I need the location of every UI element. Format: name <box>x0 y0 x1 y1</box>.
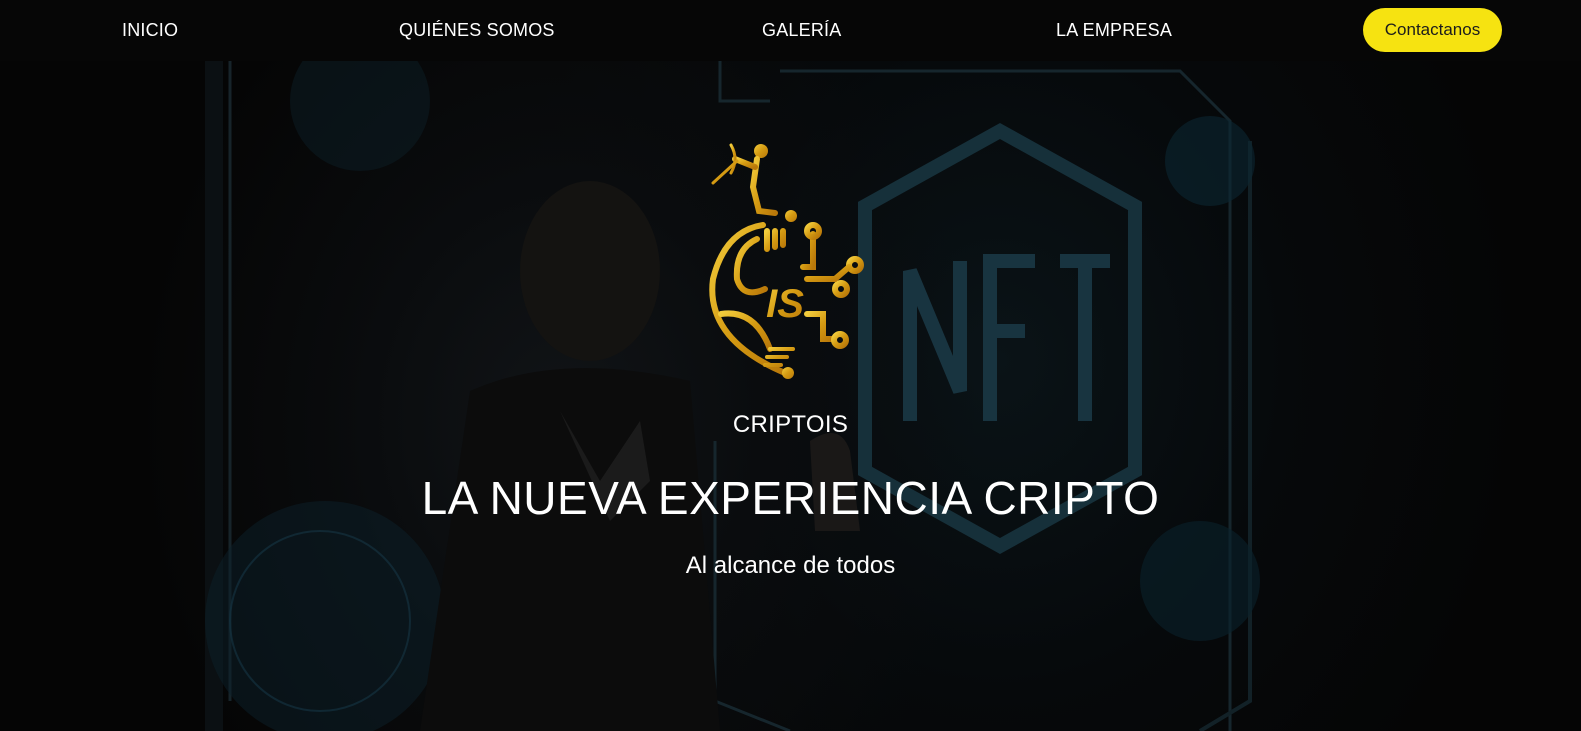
criptois-logo: IS <box>709 143 864 379</box>
brand-name: CRIPTOIS <box>732 411 849 438</box>
contact-button[interactable]: Contactanos <box>1363 8 1502 52</box>
hero-subheadline: Al alcance de todos <box>685 552 896 579</box>
nav-link-quienes-somos[interactable]: QUIÉNES SOMOS <box>399 20 555 41</box>
hero-headline: LA NUEVA EXPERIENCIA CRIPTO <box>421 472 1160 524</box>
nav-link-galeria[interactable]: GALERÍA <box>762 20 841 41</box>
nav-link-la-empresa[interactable]: LA EMPRESA <box>1056 20 1172 41</box>
logo-monogram: IS <box>766 282 804 326</box>
top-navigation: INICIO QUIÉNES SOMOS GALERÍA LA EMPRESA … <box>0 0 1581 61</box>
nav-link-inicio[interactable]: INICIO <box>122 20 178 41</box>
hero-section: IS CRIPTOIS LA NUEVA EXPERIENCIA CRIPTO … <box>0 61 1581 731</box>
